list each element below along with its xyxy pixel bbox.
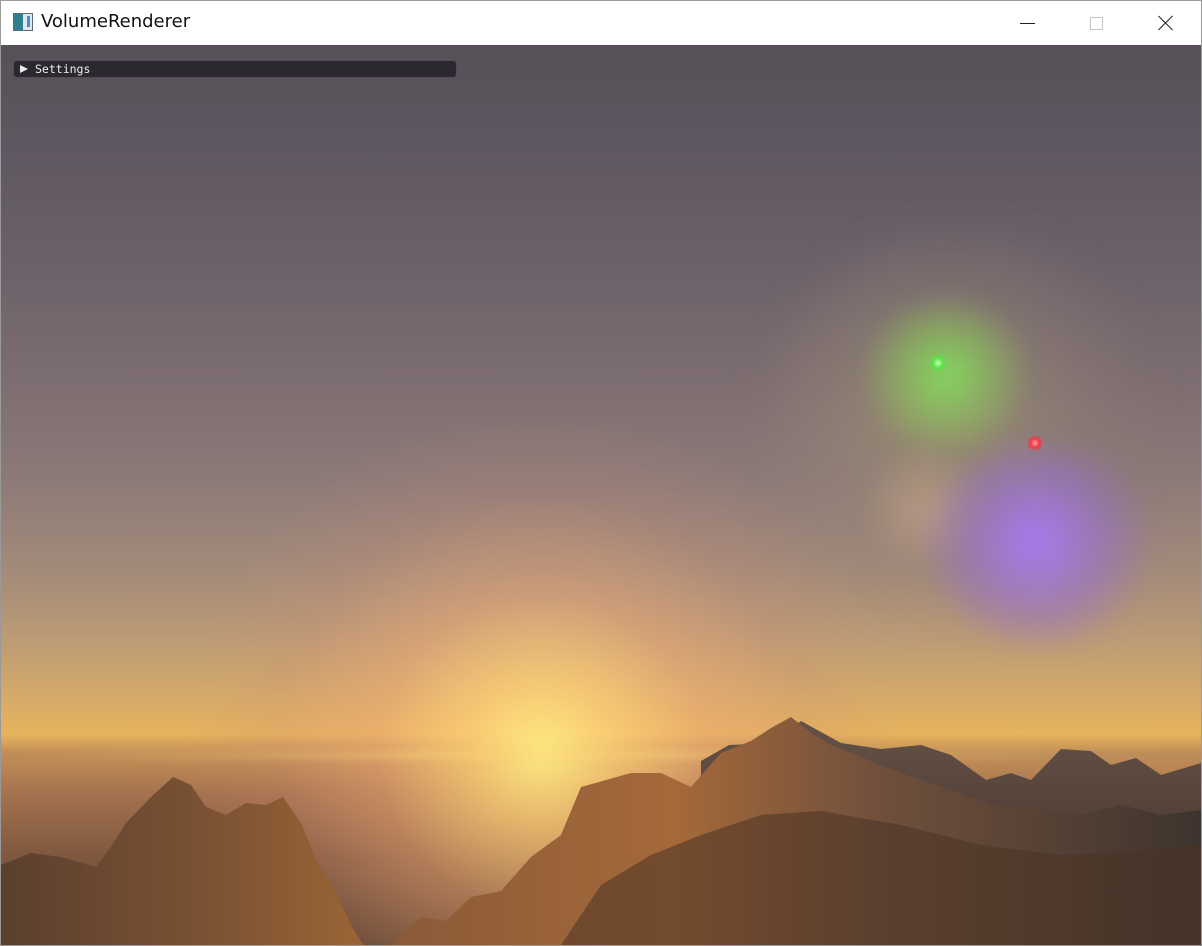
maximize-button[interactable] [1073, 1, 1119, 45]
app-icon [13, 13, 33, 31]
close-button[interactable] [1143, 1, 1189, 45]
title-bar[interactable]: VolumeRenderer [1, 1, 1201, 45]
settings-panel-header[interactable]: Settings [13, 60, 457, 78]
maximize-icon [1089, 16, 1103, 30]
render-viewport[interactable]: Settings [1, 45, 1201, 945]
close-icon [1158, 15, 1174, 31]
triangle-right-icon[interactable] [20, 65, 28, 73]
app-window: VolumeRenderer Settings [0, 0, 1202, 946]
minimize-icon [1019, 22, 1035, 24]
minimize-button[interactable] [1004, 1, 1050, 45]
mountain-range-left [1, 777, 363, 945]
mountain-terrain [1, 717, 1201, 945]
window-title: VolumeRenderer [41, 11, 191, 32]
settings-label: Settings [35, 62, 91, 76]
